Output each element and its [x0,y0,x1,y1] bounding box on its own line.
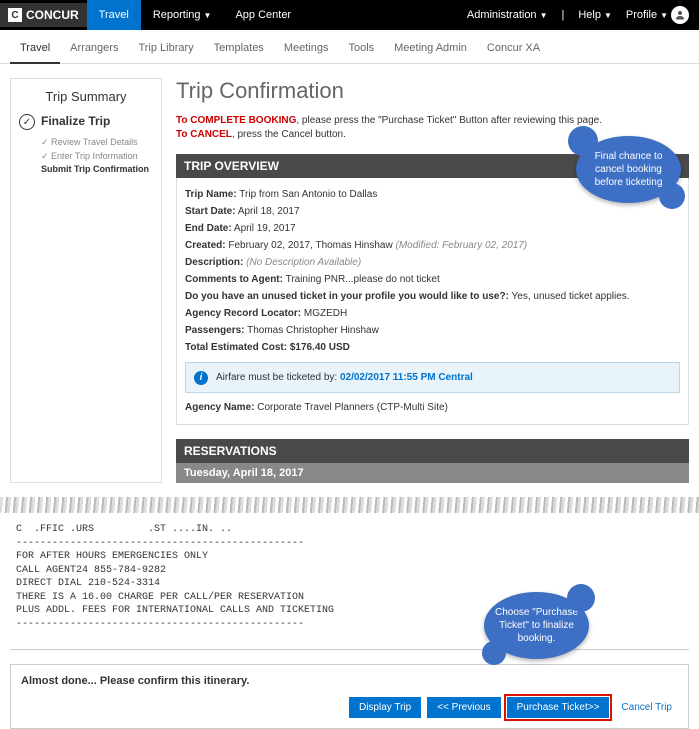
subnav-arrangers[interactable]: Arrangers [60,38,128,63]
step-submit: Submit Trip Confirmation [41,163,153,177]
purchase-ticket-button[interactable]: Purchase Ticket>> [507,697,610,718]
finalize-title: Finalize Trip [41,114,110,128]
button-row: Display Trip << Previous Purchase Ticket… [21,697,678,718]
chevron-down-icon: ▼ [204,11,212,20]
chevron-down-icon: ▼ [604,11,612,20]
reservation-date: Tuesday, April 18, 2017 [176,463,689,483]
chevron-down-icon: ▼ [540,11,548,20]
step-review: Review Travel Details [41,136,153,150]
info-icon: i [194,371,208,385]
reservations-header: RESERVATIONS [176,439,689,463]
divider: | [561,9,564,21]
subnav-concurxa[interactable]: Concur XA [477,38,550,63]
admin-menu[interactable]: Administration▼ [467,9,548,21]
logo[interactable]: C CONCUR [0,3,87,27]
cancel-trip-link[interactable]: Cancel Trip [615,697,678,718]
avatar-icon [671,6,689,24]
reservations-section: RESERVATIONS Tuesday, April 18, 2017 [176,439,689,483]
ticketing-deadline-banner: i Airfare must be ticketed by: 02/02/201… [185,362,680,393]
confirm-box: Almost done... Please confirm this itine… [10,664,689,729]
subnav-tools[interactable]: Tools [338,38,384,63]
subnav-triplibrary[interactable]: Trip Library [128,38,203,63]
page-title: Trip Confirmation [176,78,689,104]
profile-menu[interactable]: Profile▼ [626,6,689,24]
trip-summary-sidebar: Trip Summary ✓ Finalize Trip Review Trav… [10,78,162,483]
main-nav: Travel Reporting▼ App Center [87,0,303,30]
subnav-travel[interactable]: Travel [10,38,60,64]
step-enter: Enter Trip Information [41,150,153,164]
callout-cancel-chance: Final chance to cancel booking before ti… [576,136,681,203]
top-bar: C CONCUR Travel Reporting▼ App Center Ad… [0,0,699,30]
display-trip-button[interactable]: Display Trip [349,697,421,718]
sub-nav: Travel Arrangers Trip Library Templates … [0,30,699,64]
top-right: Administration▼ | Help▼ Profile▼ [467,6,699,24]
chevron-down-icon: ▼ [660,11,668,20]
nav-reporting[interactable]: Reporting▼ [141,0,224,30]
subnav-templates[interactable]: Templates [204,38,274,63]
torn-edge [0,497,699,513]
sidebar-title: Trip Summary [19,89,153,104]
nav-appcenter[interactable]: App Center [223,0,303,30]
cancel-prefix: To CANCEL [176,129,232,140]
nav-travel[interactable]: Travel [87,0,141,30]
help-menu[interactable]: Help▼ [578,9,612,21]
concur-logo-icon: C [8,8,22,22]
finalize-step: ✓ Finalize Trip [19,114,153,130]
brand-text: CONCUR [26,8,79,22]
complete-prefix: To COMPLETE BOOKING [176,115,296,126]
callout-purchase: Choose "Purchase Ticket" to finalize boo… [484,592,589,659]
overview-body: Trip Name: Trip from San Antonio to Dall… [176,178,689,425]
content: Trip Summary ✓ Finalize Trip Review Trav… [0,64,699,497]
subnav-meetingadmin[interactable]: Meeting Admin [384,38,477,63]
check-circle-icon: ✓ [19,114,35,130]
subnav-meetings[interactable]: Meetings [274,38,339,63]
previous-button[interactable]: << Previous [427,697,500,718]
sub-steps: Review Travel Details Enter Trip Informa… [41,136,153,177]
confirm-message: Almost done... Please confirm this itine… [21,675,678,687]
